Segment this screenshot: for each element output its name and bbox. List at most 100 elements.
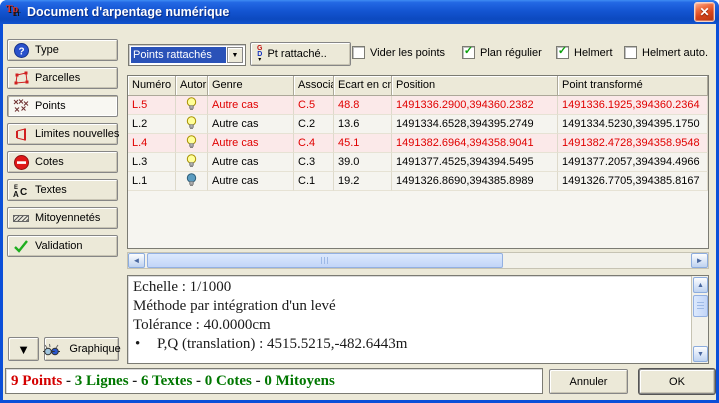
hatch-icon (12, 210, 30, 226)
checkbox-row: Vider les points ✓ Plan régulier ✓ Helmert He… (352, 46, 712, 62)
table-row-l-4[interactable]: L.4Autre casC.445.11491382.6964,394358.9… (128, 134, 708, 153)
ok-button[interactable]: OK (639, 369, 715, 394)
sidebar-item-label: Mitoyennetés (35, 212, 100, 224)
cell-association: C.4 (294, 134, 334, 153)
cell-genre: Autre cas (208, 134, 294, 153)
cell-bulb (176, 172, 208, 191)
column-header-position[interactable]: Position (392, 76, 558, 96)
status-segment: 0 Mitoyens (264, 373, 334, 389)
checkbox-helmert[interactable]: ✓ Helmert (556, 46, 613, 59)
cell-numero: L.1 (128, 172, 176, 191)
sidebar-item-label: Validation (35, 240, 83, 252)
title-bar[interactable]: TpLT Document d'arpentage numérique ✕ (0, 0, 719, 24)
cell-filler (708, 153, 709, 172)
checkbox-label: Helmert (574, 47, 613, 59)
checkbox-label: Plan régulier (480, 47, 542, 59)
gd-point-icon: GD▾ (257, 46, 262, 62)
sidebar-item-validation[interactable]: Validation (7, 235, 118, 257)
checkbox-box[interactable]: ✓ (556, 46, 569, 59)
cell-bulb (176, 115, 208, 134)
parcelles-icon (12, 70, 30, 86)
column-header-autor[interactable]: Autor (176, 76, 208, 96)
checkbox-vider-les-points[interactable]: Vider les points (352, 46, 445, 59)
points-type-combobox[interactable]: Points rattachés ▼ (128, 44, 246, 66)
info-line-text: P,Q (translation) : 4515.5215,-482.6443m (157, 336, 407, 352)
cancel-label: Annuler (570, 376, 608, 388)
checkbox-box[interactable] (352, 46, 365, 59)
info-line: Méthode par intégration d'un levé (128, 297, 690, 316)
cell-genre: Autre cas (208, 153, 294, 172)
points-icon (12, 98, 30, 114)
vertical-scrollbar[interactable]: ▲ ▼ (691, 276, 708, 363)
column-header-point-transforme[interactable]: Point transformé (558, 76, 708, 96)
checkbox-plan-regulier[interactable]: ✓ Plan régulier (462, 46, 542, 59)
cell-numero: L.5 (128, 96, 176, 115)
horizontal-scrollbar[interactable]: ◄ ► (127, 252, 709, 269)
bulb-icon-yellow (186, 116, 197, 132)
close-button[interactable]: ✕ (694, 2, 715, 22)
cell-transforme: 1491382.4728,394358.9548 (558, 134, 708, 153)
dialog-window: TpLT Document d'arpentage numérique ✕ ?T… (0, 0, 719, 403)
status-bar: 9 Points - 3 Lignes - 6 Textes - 0 Cotes… (5, 368, 543, 394)
checkbox-box[interactable] (624, 46, 637, 59)
column-header-associati[interactable]: Associati (294, 76, 334, 96)
cell-bulb (176, 134, 208, 153)
scroll-down-icon: ▼ (697, 351, 704, 358)
table-row-l-2[interactable]: L.2Autre casC.213.61491334.6528,394395.2… (128, 115, 708, 134)
status-segment: 3 Lignes (75, 373, 129, 389)
cell-bulb (176, 153, 208, 172)
scroll-up-button[interactable]: ▲ (693, 277, 708, 293)
graphique-button[interactable]: Graphique (44, 337, 119, 361)
checkbox-helmert-auto[interactable]: Helmert auto. (624, 46, 708, 59)
cell-position: 1491326.8690,394385.8989 (392, 172, 558, 191)
bulb-icon-yellow (186, 97, 197, 113)
cell-position: 1491382.6964,394358.9041 (392, 134, 558, 153)
column-header-ecart-en-cm[interactable]: Ecart en cm (334, 76, 392, 96)
info-line: •P,Q (translation) : 4515.5215,-482.6443… (128, 335, 690, 354)
info-panel: Echelle : 1/1000Méthode par intégration … (127, 275, 709, 364)
bullet-icon: • (133, 335, 157, 354)
vertical-scrollbar-thumb[interactable] (693, 295, 708, 317)
bulb-icon-yellow (186, 135, 197, 151)
table-row-l-5[interactable]: L.5Autre casC.548.81491336.2900,394360.2… (128, 96, 708, 115)
checkbox-box[interactable]: ✓ (462, 46, 475, 59)
sidebar-item-type[interactable]: ?Type (7, 39, 118, 61)
sidebar-item-cotes[interactable]: Cotes (7, 151, 118, 173)
check-icon: ✓ (464, 46, 473, 57)
pt-rattache-button[interactable]: GD▾ Pt rattaché.. (250, 42, 351, 66)
checkbox-label: Helmert auto. (642, 47, 708, 59)
horizontal-scrollbar-thumb[interactable] (147, 253, 503, 268)
chevron-down-icon: ▼ (232, 52, 239, 59)
column-header-filler (708, 76, 709, 96)
table-row-l-1[interactable]: L.1Autre casC.119.21491326.8690,394385.8… (128, 172, 708, 191)
sidebar-item-parcelles[interactable]: Parcelles (7, 67, 118, 89)
cell-numero: L.4 (128, 134, 176, 153)
scroll-right-icon: ► (696, 256, 704, 265)
table-header-row: NuméroAutorGenreAssociatiEcart en cmPosi… (128, 76, 708, 96)
sidebar-item-limites-nouvelles[interactable]: Limites nouvelles (7, 123, 118, 145)
column-header-genre[interactable]: Genre (208, 76, 294, 96)
scroll-right-button[interactable]: ► (691, 253, 708, 268)
scroll-left-button[interactable]: ◄ (128, 253, 145, 268)
status-segment: - (129, 373, 142, 389)
column-header-numero[interactable]: Numéro (128, 76, 176, 96)
status-segment: 0 Cotes (205, 373, 252, 389)
combo-dropdown-button[interactable]: ▼ (227, 47, 243, 63)
status-segment: 9 Points (11, 373, 62, 389)
status-segment: 6 Textes (141, 373, 192, 389)
sidebar-item-label: Points (35, 100, 66, 112)
cancel-button[interactable]: Annuler (549, 369, 628, 394)
sidebar-item-points[interactable]: Points (7, 95, 118, 117)
points-table: NuméroAutorGenreAssociatiEcart en cmPosi… (127, 75, 709, 249)
cell-filler (708, 134, 709, 153)
table-row-l-3[interactable]: L.3Autre casC.339.01491377.4525,394394.5… (128, 153, 708, 172)
sidebar-item-label: Type (35, 44, 59, 56)
checkmark-icon (12, 238, 30, 254)
expand-button[interactable]: ▼ (8, 337, 39, 361)
ok-label: OK (669, 376, 685, 388)
scroll-down-button[interactable]: ▼ (693, 346, 708, 362)
bulb-icon-yellow (186, 154, 197, 170)
sidebar-item-mitoyennetes[interactable]: Mitoyennetés (7, 207, 118, 229)
sidebar-item-textes[interactable]: EACTextes (7, 179, 118, 201)
status-segment: - (252, 373, 265, 389)
